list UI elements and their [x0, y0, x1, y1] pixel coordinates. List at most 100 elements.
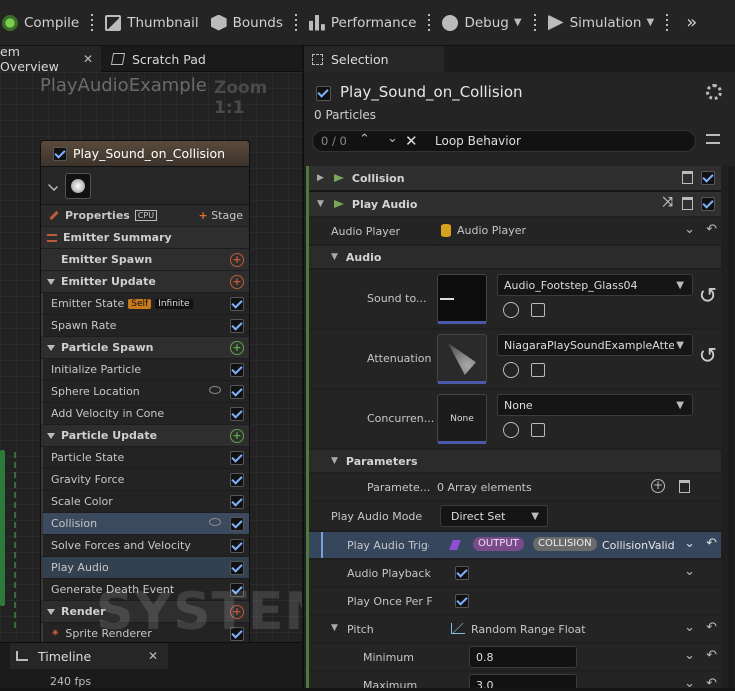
settings-gear-icon[interactable] [706, 84, 722, 100]
node-graph-canvas[interactable]: PlayAudioExample Zoom 1:1 Play_Sound_on_… [0, 72, 302, 642]
next-result-chevron-down-icon[interactable]: ⌄ [387, 131, 398, 146]
category-row-parameters[interactable]: ▼ Parameters [309, 450, 721, 472]
collapse-arrow-icon[interactable]: ▼ [331, 456, 338, 466]
expand-arrow-icon[interactable]: ▶ [317, 173, 324, 183]
collapse-arrow-icon[interactable]: ▼ [317, 199, 324, 209]
toolbar-overflow-button[interactable]: » [674, 0, 703, 46]
stack-section-emitter-spawn[interactable]: Emitter Spawn + [41, 249, 249, 271]
chevron-down-icon[interactable]: ⌄ [684, 676, 695, 688]
search-bar[interactable]: 0 / 0 ⌃ ⌄ ✕ Loop Behavior [312, 130, 696, 152]
module-row-collision[interactable]: ▶ Collision [309, 166, 721, 190]
close-icon[interactable]: ✕ [83, 52, 93, 66]
close-icon[interactable]: ✕ [148, 649, 158, 663]
tab-selection[interactable]: Selection [304, 46, 444, 72]
stack-section-particle-spawn[interactable]: Particle Spawn + [41, 337, 249, 359]
trash-icon[interactable] [682, 171, 693, 184]
emitter-enable-checkbox[interactable] [53, 146, 67, 161]
sound-asset-picker[interactable]: Audio_Footstep_Glass04 ▼ [497, 274, 693, 296]
collapse-arrow-icon[interactable] [47, 344, 55, 351]
reset-link-icon[interactable]: ↺ [699, 344, 717, 369]
clear-search-close-icon[interactable]: ✕ [405, 132, 418, 150]
module-enable-checkbox[interactable] [230, 385, 244, 399]
thumbnail-button[interactable]: Thumbnail [99, 0, 204, 46]
use-selected-arrow-icon[interactable] [503, 302, 519, 318]
collapse-arrow-icon[interactable] [47, 608, 55, 615]
chevron-down-icon[interactable]: ⌄ [684, 620, 695, 635]
module-enable-checkbox[interactable] [230, 495, 244, 509]
module-row-play-audio[interactable]: ▼ Play Audio ⤨ [309, 192, 721, 216]
stack-item-play-audio[interactable]: Play Audio [41, 557, 249, 579]
module-enable-checkbox[interactable] [230, 363, 244, 377]
collapse-arrow-icon[interactable]: ▼ [331, 623, 338, 633]
reset-arrow-icon[interactable]: ↶ [706, 676, 717, 688]
property-row-maximum[interactable]: Maximum 3.0 ⌄ ↶ [309, 672, 721, 688]
minimum-input[interactable]: 0.8 [469, 646, 577, 668]
concurrency-asset-thumbnail[interactable]: None [437, 394, 487, 444]
property-row-minimum[interactable]: Minimum 0.8 ⌄ ↶ [309, 644, 721, 670]
property-row-pitch[interactable]: ▼ Pitch Random Range Float ⌄ ↶ [309, 616, 721, 642]
maximum-input[interactable]: 3.0 [469, 674, 577, 688]
module-enable-checkbox[interactable] [230, 407, 244, 421]
trash-icon[interactable] [679, 480, 690, 493]
emitter-thumbnail[interactable] [65, 172, 91, 199]
add-module-plus-icon[interactable]: + [230, 275, 244, 289]
tab-timeline[interactable]: Timeline ✕ [10, 643, 168, 669]
category-row-audio[interactable]: ▼ Audio [309, 246, 721, 268]
eye-icon[interactable] [209, 386, 221, 394]
debug-dropdown[interactable]: Debug ▼ [436, 0, 527, 46]
reset-arrow-icon[interactable]: ↶ [706, 222, 717, 237]
property-row-play-once-per-frame[interactable]: Play Once Per F [309, 588, 721, 614]
module-enable-checkbox[interactable] [230, 517, 244, 531]
property-row-concurrency[interactable]: Concurren... None None ▼ [309, 390, 721, 448]
module-enable-checkbox[interactable] [230, 297, 244, 311]
stack-item-particle-state[interactable]: Particle State [41, 447, 249, 469]
chevron-down-icon[interactable]: ⌄ [684, 222, 695, 237]
chevron-down-icon[interactable]: ⌄ [684, 536, 695, 551]
properties-row[interactable]: Properties CPU + Stage [41, 205, 249, 227]
chevron-down-icon[interactable]: ⌄ [684, 648, 695, 663]
collapse-arrow-icon[interactable] [47, 432, 55, 439]
add-module-plus-icon[interactable]: + [230, 429, 244, 443]
stack-item-add-velocity-in-cone[interactable]: Add Velocity in Cone [41, 403, 249, 425]
use-selected-arrow-icon[interactable] [503, 362, 519, 378]
use-selected-arrow-icon[interactable] [503, 422, 519, 438]
browse-asset-icon[interactable] [531, 363, 545, 377]
module-enable-checkbox[interactable] [230, 319, 244, 333]
property-row-audio-player[interactable]: Audio Player Audio Player ⌄ ↶ [309, 218, 721, 244]
reset-arrow-icon[interactable]: ↶ [706, 648, 717, 663]
fps-dropdown[interactable]: 240 fps [20, 675, 100, 691]
attenuation-asset-picker[interactable]: NiagaraPlaySoundExampleAtten ▼ [497, 334, 693, 356]
stack-item-initialize-particle[interactable]: Initialize Particle [41, 359, 249, 381]
trash-icon[interactable] [682, 197, 693, 210]
property-row-play-audio-trigger[interactable]: Play Audio Trigg OUTPUT COLLISION Collis… [309, 532, 721, 558]
stack-item-sphere-location[interactable]: Sphere Location [41, 381, 249, 403]
property-row-attenuation[interactable]: Attenuation NiagaraPlaySoundExampleAtten… [309, 330, 721, 388]
pin-icon[interactable] [48, 180, 58, 191]
browse-asset-icon[interactable] [531, 303, 545, 317]
stack-item-spawn-rate[interactable]: Spawn Rate [41, 315, 249, 337]
add-module-plus-icon[interactable]: + [230, 253, 244, 267]
audio-playback-checkbox[interactable] [455, 566, 469, 580]
stack-item-collision[interactable]: Collision [41, 513, 249, 535]
property-scrollbar[interactable] [728, 166, 734, 688]
stack-section-particle-update[interactable]: Particle Update + [41, 425, 249, 447]
module-enable-checkbox[interactable] [230, 561, 244, 575]
attenuation-asset-thumbnail[interactable] [437, 334, 487, 384]
stack-item-solve-forces-and-velocity[interactable]: Solve Forces and Velocity [41, 535, 249, 557]
stack-row-emitter-summary[interactable]: Emitter Summary [41, 227, 249, 249]
reset-link-icon[interactable]: ↺ [699, 284, 717, 309]
performance-button[interactable]: Performance [303, 0, 423, 46]
emitter-node[interactable]: Play_Sound_on_Collision Properties CPU +… [40, 140, 250, 642]
bounds-button[interactable]: Bounds [205, 0, 289, 46]
emitter-node-header[interactable]: Play_Sound_on_Collision [41, 141, 249, 167]
property-row-parameters[interactable]: Paramete... 0 Array elements + [309, 474, 721, 500]
property-row-sound-to-play[interactable]: Sound to... Audio_Footstep_Glass04 ▼ ↺ [309, 270, 721, 328]
stack-item-emitter-state[interactable]: Emitter State Self Infinite [41, 293, 249, 315]
search-input[interactable]: Loop Behavior [435, 134, 521, 148]
browse-asset-icon[interactable] [531, 423, 545, 437]
collapse-arrow-icon[interactable] [47, 278, 55, 285]
emitter-enable-checkbox[interactable] [316, 86, 331, 101]
chevron-down-icon[interactable]: ⌄ [684, 564, 695, 579]
compile-button[interactable]: Compile [0, 0, 85, 46]
property-row-audio-playback[interactable]: Audio Playback ⌄ [309, 560, 721, 586]
